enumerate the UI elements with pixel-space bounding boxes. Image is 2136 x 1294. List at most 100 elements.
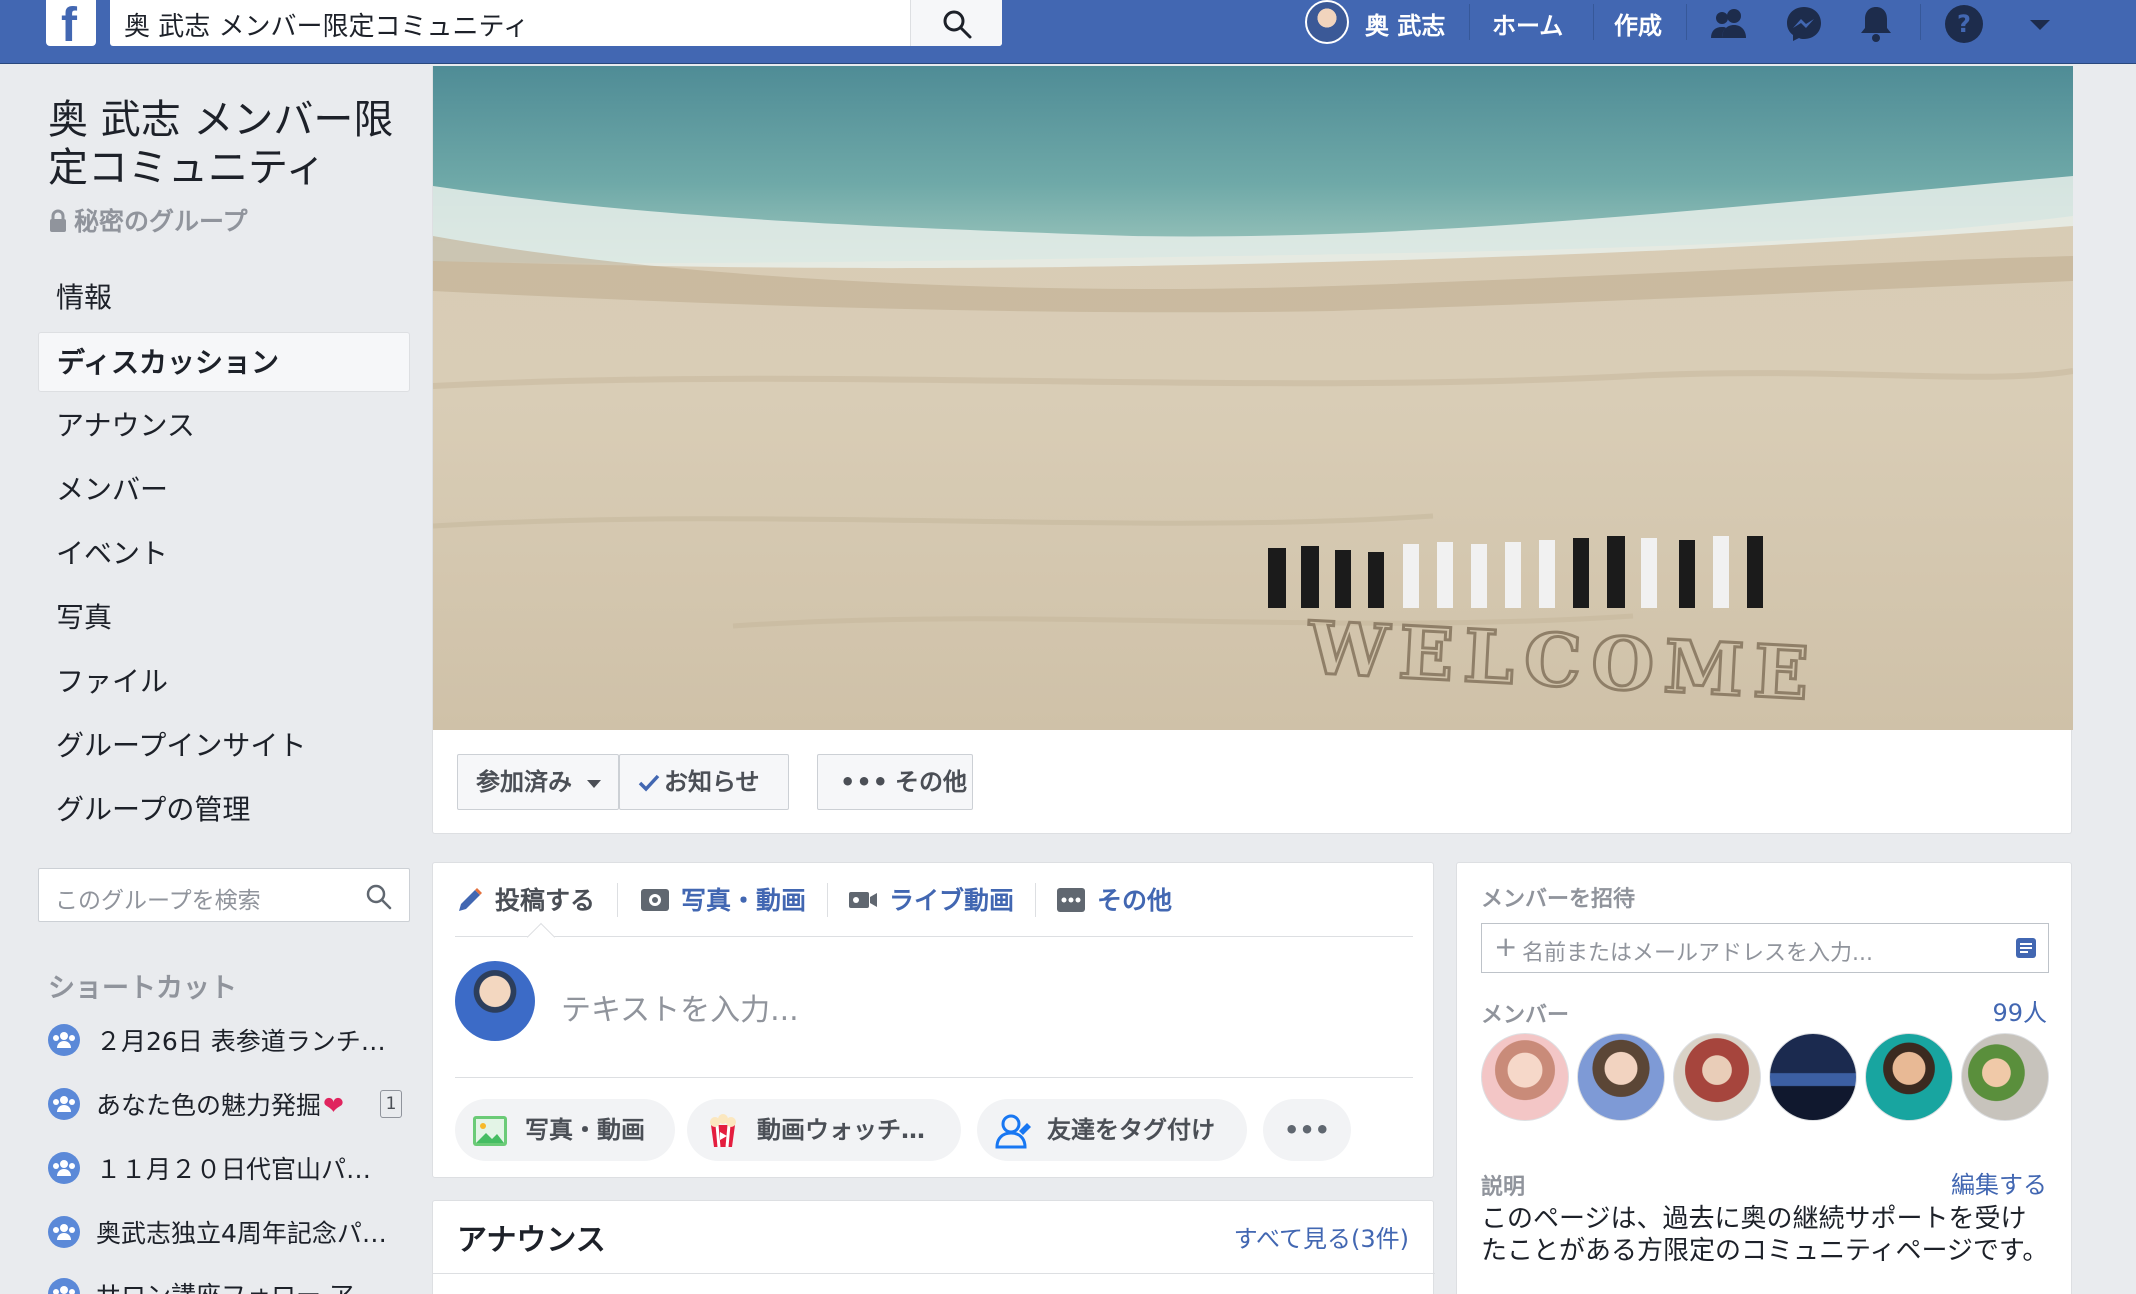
group-icon bbox=[48, 1216, 80, 1248]
more-dots-icon: ••• bbox=[1283, 1116, 1331, 1144]
active-tab-caret bbox=[526, 922, 556, 952]
tag-friends-icon bbox=[995, 1114, 1031, 1149]
sidebar-item-insights[interactable]: グループインサイト bbox=[38, 716, 410, 776]
shortcut-label: １１月２０日代官山パ… bbox=[96, 1155, 372, 1184]
shortcut-label: 奥武志独立4周年記念パ… bbox=[96, 1219, 387, 1248]
sidebar-item-about[interactable]: 情報 bbox=[38, 268, 410, 328]
global-search-input[interactable]: 奥 武志 メンバー限定コミュニティ bbox=[124, 6, 529, 43]
create-link[interactable]: 作成 bbox=[1614, 6, 1662, 41]
description-heading: 説明 bbox=[1481, 1175, 1526, 1200]
avatar[interactable] bbox=[1577, 1033, 1665, 1121]
dropdown-icon[interactable] bbox=[2018, 2, 2062, 46]
sidebar-item-events[interactable]: イベント bbox=[38, 524, 410, 584]
chevron-down-icon bbox=[587, 780, 602, 788]
joined-button[interactable]: 参加済み bbox=[457, 754, 619, 810]
group-description: このページは、過去に奥の継続サポートを受けたことがある方限定のコミュニティページ… bbox=[1481, 1204, 2049, 1266]
search-button[interactable] bbox=[910, 0, 1002, 46]
group-info-panel: メンバーを招待 + 名前またはメールアドレスを入力... メンバー 99人 説明… bbox=[1456, 862, 2072, 1294]
group-search-input[interactable]: このグループを検索 bbox=[55, 881, 261, 915]
nav-divider bbox=[1920, 4, 1921, 40]
tab-photo-video[interactable]: 写真・動画 bbox=[639, 881, 806, 917]
lock-icon bbox=[50, 209, 66, 232]
heart-icon: ❤ bbox=[323, 1091, 344, 1120]
shortcut-label: ２月26日 表参道ランチ… bbox=[96, 1027, 386, 1056]
more-options-button[interactable]: ••• bbox=[1263, 1099, 1351, 1161]
nav-divider bbox=[1686, 4, 1687, 40]
announcements-heading: アナウンス bbox=[457, 1223, 606, 1258]
home-link[interactable]: ホーム bbox=[1492, 6, 1563, 41]
members-heading: メンバー bbox=[1481, 1003, 1570, 1028]
photo-video-button[interactable]: 写真・動画 bbox=[455, 1099, 675, 1161]
avatar[interactable] bbox=[1769, 1033, 1857, 1121]
group-search-field[interactable]: このグループを検索 bbox=[38, 868, 410, 922]
member-count-link[interactable]: 99人 bbox=[1992, 993, 2047, 1028]
post-text-input[interactable]: テキストを入力... bbox=[561, 985, 799, 1029]
see-all-link[interactable]: すべて見る(3件) bbox=[1234, 1219, 1409, 1254]
shortcut-label: サロン講座フォロー ア… bbox=[96, 1276, 379, 1294]
sidebar-item-members[interactable]: メンバー bbox=[38, 460, 410, 520]
sidebar-item-discussion[interactable]: ディスカッション bbox=[38, 332, 410, 392]
tab-write-post[interactable]: 投稿する bbox=[455, 881, 595, 917]
invite-input[interactable]: 名前またはメールアドレスを入力... bbox=[1522, 935, 1873, 967]
more-dots-icon: ••• bbox=[840, 768, 890, 796]
photo-icon bbox=[473, 1116, 507, 1146]
messenger-icon[interactable] bbox=[1782, 2, 1826, 46]
sidebar-item-manage-group[interactable]: グループの管理 bbox=[38, 780, 410, 840]
avatar[interactable] bbox=[1961, 1033, 2049, 1121]
tab-divider bbox=[827, 883, 828, 917]
group-privacy: 秘密のグループ bbox=[48, 202, 248, 238]
composer-tabs: 投稿する 写真・動画 ライブ動画 その他 bbox=[455, 863, 1413, 952]
tab-more[interactable]: その他 bbox=[1055, 881, 1172, 917]
friends-icon[interactable] bbox=[1708, 2, 1752, 46]
sidebar-item-photos[interactable]: 写真 bbox=[38, 588, 410, 648]
announcements-divider bbox=[433, 1273, 1435, 1274]
invite-field[interactable]: + 名前またはメールアドレスを入力... bbox=[1481, 923, 2049, 973]
avatar[interactable] bbox=[1865, 1033, 1953, 1121]
plus-icon: + bbox=[1494, 930, 1518, 963]
nav-divider bbox=[1593, 4, 1594, 40]
nav-divider bbox=[1469, 4, 1470, 40]
unread-count-badge: 1 bbox=[380, 1090, 402, 1118]
help-icon[interactable]: ? bbox=[1942, 2, 1986, 46]
invite-heading: メンバーを招待 bbox=[1481, 887, 1636, 912]
bell-icon[interactable] bbox=[1854, 2, 1898, 46]
group-cover-card: WELCOME 参加済み お知らせ ••• その他 bbox=[432, 66, 2073, 834]
more-button[interactable]: ••• その他 bbox=[817, 754, 973, 810]
privacy-label: 秘密のグループ bbox=[74, 207, 248, 236]
sidebar-item-files[interactable]: ファイル bbox=[38, 652, 410, 712]
video-camera-icon bbox=[849, 892, 877, 908]
more-icon bbox=[1057, 888, 1085, 912]
top-navigation-bar: f 奥 武志 メンバー限定コミュニティ 奥 武志 ホーム 作成 ? bbox=[0, 0, 2136, 64]
watch-party-button[interactable]: 動画ウォッチ… bbox=[687, 1099, 961, 1161]
search-icon bbox=[943, 10, 972, 39]
tab-live-video[interactable]: ライブ動画 bbox=[847, 881, 1014, 917]
group-icon bbox=[48, 1024, 80, 1056]
shortcuts-heading: ショートカット bbox=[48, 973, 237, 1004]
avatar[interactable] bbox=[1481, 1033, 1569, 1121]
facebook-logo[interactable]: f bbox=[46, 0, 96, 52]
edit-description-link[interactable]: 編集する bbox=[1951, 1165, 2047, 1200]
global-search-field[interactable]: 奥 武志 メンバー限定コミュニティ bbox=[110, 0, 1002, 46]
address-book-icon[interactable] bbox=[2014, 936, 2038, 960]
tab-divider bbox=[1035, 883, 1036, 917]
group-icon bbox=[48, 1088, 80, 1120]
camera-icon bbox=[641, 889, 669, 911]
shortcut-label: あなた色の魅力発掘❤ bbox=[96, 1091, 344, 1120]
notifications-button[interactable]: お知らせ bbox=[619, 754, 789, 810]
cover-photo[interactable]: WELCOME bbox=[433, 66, 2073, 730]
composer-divider bbox=[455, 1077, 1413, 1078]
tag-friends-button[interactable]: 友達をタグ付け bbox=[977, 1099, 1247, 1161]
sidebar-item-announcements[interactable]: アナウンス bbox=[38, 396, 410, 456]
avatar bbox=[455, 961, 535, 1041]
group-icon bbox=[48, 1278, 80, 1294]
popcorn-icon bbox=[710, 1114, 736, 1148]
group-title[interactable]: 奥 武志 メンバー限定コミュニティ bbox=[48, 96, 408, 192]
group-navigation: 情報 ディスカッション アナウンス メンバー イベント 写真 ファイル グループ… bbox=[38, 268, 410, 844]
avatar bbox=[1305, 0, 1349, 44]
profile-name: 奥 武志 bbox=[1365, 12, 1446, 40]
tab-divider bbox=[617, 883, 618, 917]
search-icon[interactable] bbox=[365, 883, 393, 911]
pencil-icon bbox=[459, 888, 482, 911]
group-icon bbox=[48, 1152, 80, 1184]
avatar[interactable] bbox=[1673, 1033, 1761, 1121]
